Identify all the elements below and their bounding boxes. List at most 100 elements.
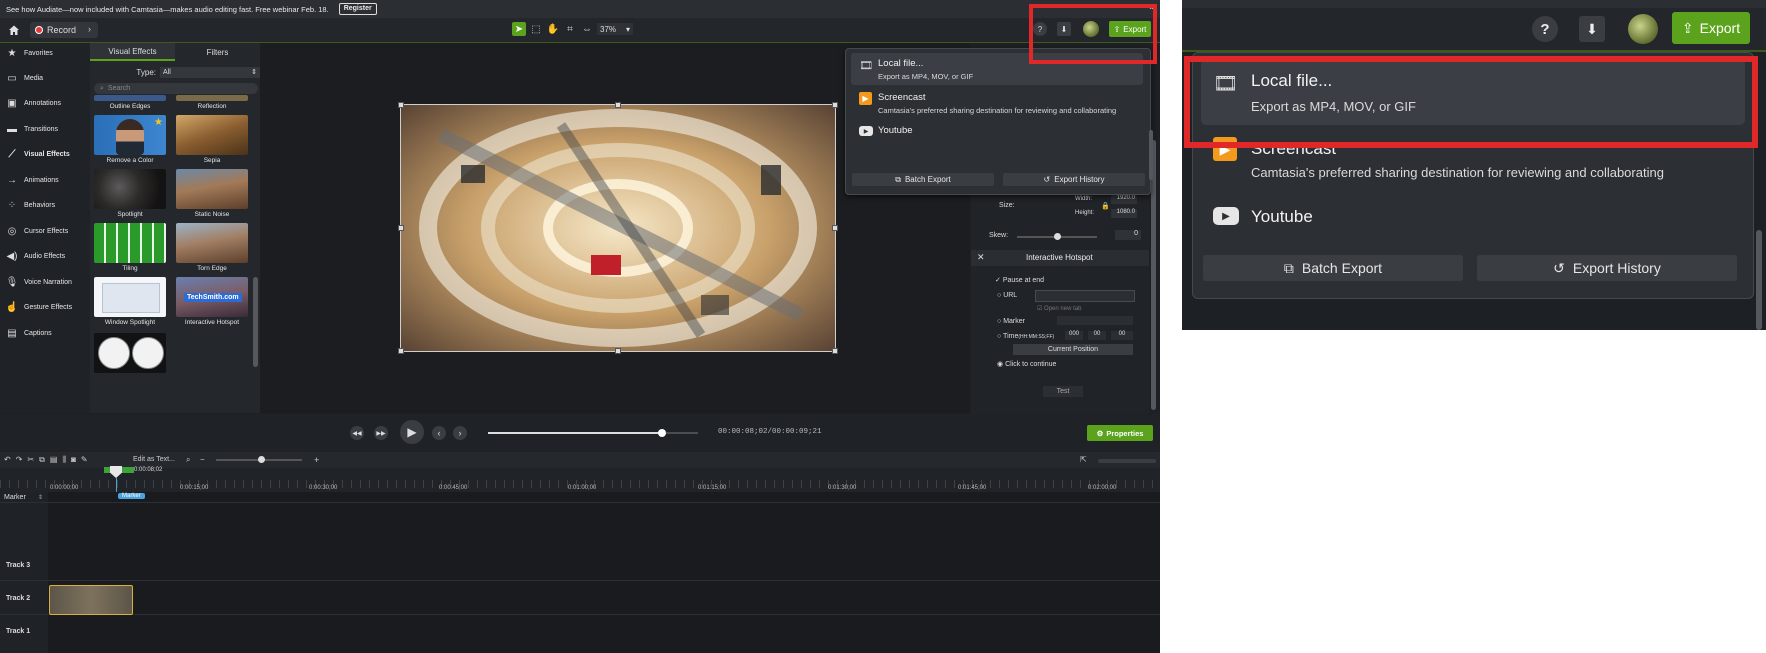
crop-icon[interactable]: ⌗: [563, 22, 577, 36]
effect-thumb-interactive-hotspot[interactable]: TechSmith.com: [176, 277, 248, 317]
sidebar-item-transitions[interactable]: ▬ Transitions: [0, 119, 90, 139]
close-icon[interactable]: ✕: [977, 252, 985, 263]
resize-handle[interactable]: [398, 348, 404, 354]
effect-thumb-window-spotlight[interactable]: [94, 277, 166, 317]
snapshot-icon[interactable]: ◙: [71, 455, 76, 465]
effect-thumb-clocks[interactable]: [94, 333, 166, 373]
help-icon[interactable]: ?: [1532, 16, 1558, 42]
split-icon[interactable]: ⫼: [62, 455, 66, 465]
expand-icon[interactable]: ⇱: [1080, 455, 1087, 464]
test-button[interactable]: Test: [1043, 386, 1083, 397]
lock-icon[interactable]: 🔒: [1101, 202, 1110, 210]
sidebar-item-visual-effects[interactable]: ⟋ Visual Effects: [0, 144, 90, 164]
width-input[interactable]: 1920.0: [1111, 195, 1137, 204]
dropdown-scrollbar[interactable]: [1149, 130, 1153, 180]
sidebar-item-audio-effects[interactable]: ◀) Audio Effects: [0, 246, 90, 266]
tab-filters[interactable]: Filters: [175, 43, 260, 61]
resize-handle[interactable]: [832, 102, 838, 108]
chevron-right-icon[interactable]: ›: [88, 24, 91, 34]
paste-icon[interactable]: ▤: [50, 455, 58, 465]
time-minutes[interactable]: 00: [1088, 331, 1106, 340]
time-seconds[interactable]: 00: [1111, 331, 1133, 340]
sidebar-item-voice-narration[interactable]: 🎙 Voice Narration: [0, 272, 90, 292]
sidebar-item-behaviors[interactable]: ⁘ Behaviors: [0, 195, 90, 215]
click-continue-radio[interactable]: ◉ Click to continue: [997, 360, 1056, 368]
resize-handle[interactable]: [615, 348, 621, 354]
menu-item-screencast[interactable]: ▶ Screencast Camtasia's preferred sharin…: [851, 87, 1143, 119]
marker-flag[interactable]: Marker: [118, 493, 145, 499]
redo-icon[interactable]: ↷: [16, 455, 23, 465]
fit-icon[interactable]: ⇔: [580, 22, 594, 36]
resize-handle[interactable]: [832, 348, 838, 354]
batch-export-button[interactable]: ⧉ Batch Export: [852, 173, 994, 186]
resize-handle[interactable]: [615, 102, 621, 108]
menu-item-youtube[interactable]: ▶ Youtube: [1201, 199, 1745, 235]
edit-text-icon[interactable]: ✎: [81, 455, 88, 465]
time-hours[interactable]: 000: [1065, 331, 1083, 340]
export-history-button[interactable]: ↺ Export History: [1003, 173, 1145, 186]
play-icon[interactable]: ▶: [400, 420, 424, 444]
effect-thumb-torn-edge[interactable]: [176, 223, 248, 263]
url-input[interactable]: [1035, 290, 1135, 302]
effect-thumb-tiling[interactable]: [94, 223, 166, 263]
cut-icon[interactable]: ✂: [27, 455, 34, 465]
export-button[interactable]: ⇪ Export: [1672, 12, 1750, 44]
effect-thumb-remove-a-color[interactable]: ★: [94, 115, 166, 155]
rewind-icon[interactable]: ◀◀: [350, 426, 364, 440]
copy-icon[interactable]: ⧉: [39, 455, 45, 465]
register-button[interactable]: Register: [338, 3, 377, 15]
edit-as-text-button[interactable]: Edit as Text...: [133, 456, 175, 463]
sidebar-item-animations[interactable]: → Animations: [0, 170, 90, 190]
search-input[interactable]: ⌕ Search: [94, 83, 258, 94]
zoom-out-icon[interactable]: −: [200, 455, 205, 464]
skew-slider-knob[interactable]: [1054, 233, 1061, 240]
time-radio[interactable]: ○ Time(HH:MM:SS;FF): [997, 333, 1054, 340]
height-input[interactable]: 1080.0: [1111, 209, 1137, 218]
zoom-select[interactable]: 37% ▾: [597, 23, 633, 35]
next-icon[interactable]: ›: [453, 426, 467, 440]
open-new-tab-checkbox[interactable]: ☑ Open new tab: [1037, 305, 1081, 312]
batch-export-button[interactable]: ⧉ Batch Export: [1203, 255, 1463, 281]
resize-handle[interactable]: [832, 225, 838, 231]
avatar[interactable]: [1628, 14, 1658, 44]
properties-scrollbar[interactable]: [1151, 140, 1156, 410]
marker-select[interactable]: [1057, 316, 1133, 325]
type-select[interactable]: All ⇕: [160, 66, 260, 78]
resize-handle[interactable]: [398, 102, 404, 108]
effect-thumb-sepia[interactable]: [176, 115, 248, 155]
media-clip[interactable]: [49, 585, 133, 615]
sidebar-item-annotations[interactable]: ▣ Annotations: [0, 93, 90, 113]
properties-button[interactable]: ⚙ Properties: [1087, 425, 1153, 441]
sidebar-item-media[interactable]: ▭ Media: [0, 68, 90, 88]
sidebar-item-captions[interactable]: ▤ Captions: [0, 323, 90, 343]
menu-item-youtube[interactable]: ▶ Youtube: [851, 121, 1143, 143]
effect-thumb-static-noise[interactable]: [176, 169, 248, 209]
tab-visual-effects[interactable]: Visual Effects: [90, 43, 175, 61]
export-history-button[interactable]: ↺ Export History: [1477, 255, 1737, 281]
sidebar-item-favorites[interactable]: ★ Favorites: [0, 43, 90, 63]
hand-pan-icon[interactable]: ✋: [546, 22, 560, 36]
effect-thumb-outline-edges[interactable]: [94, 95, 166, 101]
effect-thumb-spotlight[interactable]: [94, 169, 166, 209]
sidebar-item-gesture-effects[interactable]: ☝ Gesture Effects: [0, 297, 90, 317]
marker-radio[interactable]: ○ Marker: [997, 318, 1025, 325]
zoom-scrollbar[interactable]: [1756, 230, 1762, 330]
pause-at-end-checkbox[interactable]: ✓ Pause at end: [995, 276, 1044, 284]
scrubber-track[interactable]: [488, 432, 698, 434]
undo-icon[interactable]: ↶: [4, 455, 11, 465]
zoom-search-icon[interactable]: ⌕: [186, 455, 190, 465]
home-icon[interactable]: [6, 22, 22, 38]
skew-input[interactable]: 0: [1115, 230, 1141, 240]
step-back-icon[interactable]: ▶▶: [374, 426, 388, 440]
updown-icon[interactable]: ⇕: [38, 494, 43, 501]
resize-handle[interactable]: [398, 225, 404, 231]
timeline-zoom-knob[interactable]: [258, 456, 265, 463]
arrow-select-icon[interactable]: ➤: [512, 22, 526, 36]
sidebar-item-cursor-effects[interactable]: ◎ Cursor Effects: [0, 221, 90, 241]
library-scrollbar[interactable]: [253, 277, 258, 367]
crop-select-icon[interactable]: ⬚: [529, 22, 543, 36]
video-preview[interactable]: [400, 104, 836, 352]
download-icon[interactable]: ⬇: [1579, 16, 1605, 42]
effect-thumb-reflection[interactable]: [176, 95, 248, 101]
prev-icon[interactable]: ‹: [432, 426, 446, 440]
